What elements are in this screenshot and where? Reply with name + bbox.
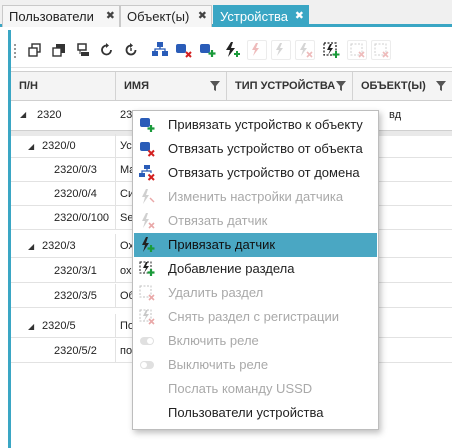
column-header-device-type-label: ТИП УСТРОЙСТВА: [235, 80, 336, 92]
menu-item-send-ussd[interactable]: Послать команду USSD: [134, 377, 377, 401]
filter-name-value: 23: [120, 109, 133, 121]
column-header-pn[interactable]: П/Н: [11, 72, 116, 100]
menu-item-bind-sensor[interactable]: Привязать датчик: [134, 233, 377, 257]
tab-users-label: Пользователи: [9, 9, 94, 24]
toolbar-grip[interactable]: [14, 44, 16, 58]
sensor-unbind-disabled-icon[interactable]: [295, 40, 315, 60]
menu-item-unbind-device-from-domain[interactable]: Отвязать устройство от домена: [134, 161, 377, 185]
row-name: ох: [120, 265, 132, 277]
menu-item-relay-off[interactable]: Выключить реле: [134, 353, 377, 377]
section-add-icon: [139, 261, 155, 276]
tab-devices-close-icon[interactable]: ✖: [295, 10, 304, 22]
menu-item-label: Пользователи устройства: [168, 405, 324, 420]
section-delete-disabled-icon[interactable]: [347, 40, 367, 60]
row-pn: 2320/0: [42, 140, 76, 152]
column-header-objects-label: ОБЪЕКТ(Ы): [361, 80, 426, 92]
menu-item-bind-device-to-object[interactable]: Привязать устройство к объекту: [134, 113, 377, 137]
device-unbind-domain-icon[interactable]: [198, 40, 218, 60]
sensor-bind-icon: [142, 237, 155, 252]
section-add-icon[interactable]: [321, 40, 341, 60]
tab-bar: Пользователи ✖ Объект(ы) ✖ Устройства ✖: [0, 0, 452, 27]
column-header-name[interactable]: ИМЯ: [116, 72, 227, 100]
sensor-bind-disabled-icon[interactable]: [247, 40, 267, 60]
copy-icon[interactable]: [25, 40, 45, 60]
refresh-timer-icon[interactable]: [121, 40, 141, 60]
tab-users-close-icon[interactable]: ✖: [106, 10, 115, 22]
menu-item-label: Снять раздел с регистрации: [168, 309, 339, 324]
toolbar: [11, 34, 452, 68]
menu-item-label: Выключить реле: [168, 357, 269, 372]
device-list-icon[interactable]: [73, 40, 93, 60]
tab-objects[interactable]: Объект(ы) ✖: [120, 5, 212, 27]
sensor-settings-icon: [142, 189, 155, 204]
row-pn: 2320/3/5: [54, 290, 97, 302]
column-header-objects[interactable]: ОБЪЕКТ(Ы): [353, 72, 452, 100]
filter-icon[interactable]: [210, 81, 220, 91]
menu-item-unbind-device-from-object[interactable]: Отвязать устройство от объекта: [134, 137, 377, 161]
sensor-icon[interactable]: [222, 40, 242, 60]
tab-devices-label: Устройства: [220, 9, 289, 24]
device-unbind-object-icon[interactable]: [174, 40, 194, 60]
menu-item-unregister-section[interactable]: Снять раздел с регистрации: [134, 305, 377, 329]
menu-item-label: Изменить настройки датчика: [168, 189, 344, 204]
relay-on-icon: [140, 337, 154, 345]
menu-item-label: Добавление раздела: [168, 261, 295, 276]
filter-icon[interactable]: [436, 81, 446, 91]
filter-icon[interactable]: [336, 81, 346, 91]
filter-object-value: вд: [389, 109, 402, 121]
menu-item-label: Отвязать датчик: [168, 213, 268, 228]
menu-item-label: Отвязать устройство от домена: [168, 165, 360, 180]
row-name: Ус: [120, 140, 132, 152]
column-header-name-label: ИМЯ: [124, 80, 149, 92]
menu-item-label: Отвязать устройство от объекта: [168, 141, 363, 156]
copy-alt-icon[interactable]: [49, 40, 69, 60]
row-name: по: [120, 345, 133, 357]
device-unbind-domain-icon: [139, 165, 155, 181]
expand-icon[interactable]: ◢: [20, 110, 28, 119]
device-unbind-object-icon: [140, 142, 155, 157]
section-unregister-disabled-icon[interactable]: [371, 40, 391, 60]
row-pn: 2320/5/2: [54, 345, 97, 357]
filter-pn-value: 2320: [37, 109, 62, 121]
tab-objects-close-icon[interactable]: ✖: [198, 10, 207, 22]
menu-item-add-section[interactable]: Добавление раздела: [134, 257, 377, 281]
menu-item-label: Удалить раздел: [168, 285, 264, 300]
device-bind-object-icon: [140, 118, 155, 132]
menu-item-label: Привязать устройство к объекту: [168, 117, 363, 132]
row-pn: 2320/0/3: [54, 164, 97, 176]
row-pn: 2320/3/1: [54, 265, 97, 277]
section-unregister-icon: [139, 309, 155, 325]
menu-item-device-users[interactable]: Пользователи устройства: [134, 401, 377, 425]
row-pn: 2320/3: [42, 240, 76, 252]
tab-devices[interactable]: Устройства ✖: [213, 5, 309, 27]
sensor-unbind-icon: [142, 213, 155, 229]
column-header-device-type[interactable]: ТИП УСТРОЙСТВА: [227, 72, 353, 100]
menu-item-unbind-sensor[interactable]: Отвязать датчик: [134, 209, 377, 233]
menu-item-label: Привязать датчик: [168, 237, 276, 252]
row-pn: 2320/0/4: [54, 188, 97, 200]
menu-item-label: Послать команду USSD: [168, 381, 313, 396]
row-pn: 2320/0/100: [54, 212, 110, 224]
menu-item-label: Включить реле: [168, 333, 259, 348]
refresh-icon[interactable]: [97, 40, 117, 60]
expand-icon[interactable]: ◢: [28, 322, 36, 331]
tab-objects-label: Объект(ы): [127, 9, 190, 24]
tab-users[interactable]: Пользователи ✖: [2, 5, 120, 27]
menu-item-relay-on[interactable]: Включить реле: [134, 329, 377, 353]
expand-icon[interactable]: ◢: [28, 142, 36, 151]
menu-item-delete-section[interactable]: Удалить раздел: [134, 281, 377, 305]
section-delete-icon: [139, 285, 155, 301]
column-header-pn-label: П/Н: [19, 80, 38, 92]
expand-icon[interactable]: ◢: [28, 242, 36, 251]
grid-header: П/Н ИМЯ ТИП УСТРОЙСТВА ОБЪЕКТ(Ы): [11, 71, 452, 101]
menu-item-sensor-settings[interactable]: Изменить настройки датчика: [134, 185, 377, 209]
device-bind-icon[interactable]: [150, 40, 170, 60]
row-pn: 2320/5: [42, 320, 76, 332]
relay-off-icon: [140, 361, 154, 369]
context-menu: Привязать устройство к объекту Отвязать …: [132, 110, 379, 430]
sensor-settings-disabled-icon[interactable]: [271, 40, 291, 60]
